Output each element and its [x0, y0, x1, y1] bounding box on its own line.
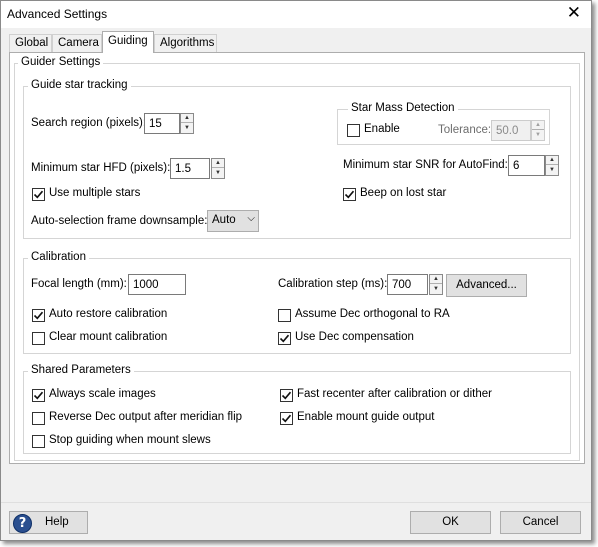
- help-button[interactable]: ? Help: [9, 511, 88, 534]
- spin-up-icon[interactable]: ▲: [546, 156, 558, 165]
- cancel-button[interactable]: Cancel: [500, 511, 581, 534]
- focal-length-input[interactable]: [128, 274, 186, 295]
- check-icon: [281, 391, 292, 400]
- help-icon: ?: [13, 514, 32, 533]
- footer-divider: [1, 502, 591, 503]
- fast-recenter-checkbox[interactable]: Fast recenter after calibration or dithe…: [280, 388, 500, 403]
- spin-down-icon[interactable]: ▼: [181, 124, 193, 133]
- assume-dec-orthogonal-label: Assume Dec orthogonal to RA: [295, 308, 450, 320]
- beep-on-lost-star-checkbox[interactable]: Beep on lost star: [343, 187, 463, 202]
- calibration-step-input[interactable]: [387, 274, 428, 295]
- use-dec-compensation-label: Use Dec compensation: [295, 331, 414, 343]
- guiding-tab-panel: Guider Settings Guide star tracking Sear…: [9, 52, 585, 464]
- clear-mount-calibration-checkbox[interactable]: Clear mount calibration: [32, 331, 182, 346]
- tolerance-label: Tolerance:: [438, 124, 492, 136]
- check-icon: [33, 311, 44, 320]
- downsample-value: Auto: [212, 214, 236, 226]
- assume-dec-orthogonal-checkbox[interactable]: Assume Dec orthogonal to RA: [278, 308, 458, 323]
- enable-mount-guide-output-label: Enable mount guide output: [297, 411, 435, 423]
- min-hfd-spinner[interactable]: ▲ ▼: [211, 158, 225, 179]
- checkbox-box[interactable]: [343, 188, 356, 201]
- star-mass-enable-checkbox[interactable]: Enable: [347, 123, 417, 138]
- checkbox-box[interactable]: [278, 332, 291, 345]
- guide-star-tracking-label: Guide star tracking: [28, 79, 131, 91]
- spin-up-icon[interactable]: ▲: [430, 275, 442, 284]
- use-multiple-stars-label: Use multiple stars: [49, 187, 141, 199]
- check-icon: [33, 391, 44, 400]
- stop-guiding-when-slews-checkbox[interactable]: Stop guiding when mount slews: [32, 434, 212, 449]
- window-title: Advanced Settings: [7, 7, 108, 21]
- min-hfd-input[interactable]: [170, 158, 210, 179]
- spin-down-icon[interactable]: ▼: [532, 131, 544, 140]
- spin-up-icon[interactable]: ▲: [181, 114, 193, 123]
- checkbox-box[interactable]: [32, 412, 45, 425]
- checkbox-box[interactable]: [280, 389, 293, 402]
- fast-recenter-label: Fast recenter after calibration or dithe…: [297, 388, 492, 400]
- ok-button[interactable]: OK: [410, 511, 491, 534]
- min-snr-label: Minimum star SNR for AutoFind:: [343, 159, 508, 171]
- downsample-select[interactable]: Auto ⌵: [207, 210, 259, 232]
- reverse-dec-output-label: Reverse Dec output after meridian flip: [49, 411, 243, 423]
- spin-down-icon[interactable]: ▼: [212, 169, 224, 178]
- use-multiple-stars-checkbox[interactable]: Use multiple stars: [32, 187, 152, 202]
- enable-mount-guide-output-checkbox[interactable]: Enable mount guide output: [280, 411, 440, 426]
- search-region-label: Search region (pixels):: [31, 117, 147, 129]
- close-icon[interactable]: ✕: [567, 3, 581, 23]
- checkbox-box[interactable]: [32, 188, 45, 201]
- star-mass-detection-label: Star Mass Detection: [348, 102, 458, 114]
- tab-guiding[interactable]: Guiding: [102, 31, 154, 53]
- always-scale-images-checkbox[interactable]: Always scale images: [32, 388, 172, 403]
- check-icon: [344, 190, 355, 199]
- tab-global[interactable]: Global: [9, 34, 52, 52]
- auto-restore-calibration-label: Auto restore calibration: [49, 308, 168, 320]
- auto-restore-calibration-checkbox[interactable]: Auto restore calibration: [32, 308, 182, 323]
- star-mass-enable-label: Enable: [364, 123, 400, 135]
- checkbox-box[interactable]: [32, 332, 45, 345]
- checkbox-box[interactable]: [32, 435, 45, 448]
- spin-up-icon[interactable]: ▲: [212, 159, 224, 168]
- reverse-dec-output-checkbox[interactable]: Reverse Dec output after meridian flip: [32, 411, 252, 426]
- spin-down-icon[interactable]: ▼: [430, 285, 442, 294]
- clear-mount-calibration-label: Clear mount calibration: [49, 331, 168, 343]
- tab-algorithms[interactable]: Algorithms: [154, 34, 217, 52]
- calibration-step-label: Calibration step (ms):: [278, 278, 388, 290]
- guider-settings-label: Guider Settings: [18, 56, 104, 68]
- search-region-spinner[interactable]: ▲ ▼: [180, 113, 194, 134]
- use-dec-compensation-checkbox[interactable]: Use Dec compensation: [278, 331, 428, 346]
- min-snr-spinner[interactable]: ▲ ▼: [545, 155, 559, 176]
- advanced-button[interactable]: Advanced...: [446, 274, 527, 297]
- min-snr-input[interactable]: [508, 155, 545, 176]
- checkbox-box[interactable]: [280, 412, 293, 425]
- spin-down-icon[interactable]: ▼: [546, 166, 558, 175]
- checkbox-box[interactable]: [32, 309, 45, 322]
- tolerance-spinner[interactable]: ▲ ▼: [531, 120, 545, 141]
- always-scale-images-label: Always scale images: [49, 388, 156, 400]
- checkbox-box[interactable]: [278, 309, 291, 322]
- checkbox-box[interactable]: [347, 124, 360, 137]
- search-region-input[interactable]: [144, 113, 180, 134]
- shared-parameters-label: Shared Parameters: [28, 364, 134, 376]
- calibration-label: Calibration: [28, 251, 89, 263]
- stop-guiding-when-slews-label: Stop guiding when mount slews: [49, 434, 211, 446]
- focal-length-label: Focal length (mm):: [31, 278, 127, 290]
- beep-on-lost-star-label: Beep on lost star: [360, 187, 447, 199]
- check-icon: [279, 334, 290, 343]
- tab-camera[interactable]: Camera: [52, 34, 102, 52]
- calibration-step-spinner[interactable]: ▲ ▼: [429, 274, 443, 295]
- checkbox-box[interactable]: [32, 389, 45, 402]
- tolerance-input[interactable]: [491, 120, 531, 141]
- advanced-settings-dialog: Advanced Settings ✕ Global Camera Guidin…: [0, 0, 592, 541]
- spin-up-icon[interactable]: ▲: [532, 121, 544, 130]
- chevron-down-icon: ⌵: [247, 213, 255, 224]
- title-bar: Advanced Settings ✕: [1, 1, 591, 28]
- downsample-label: Auto-selection frame downsample:: [31, 215, 208, 227]
- min-hfd-label: Minimum star HFD (pixels):: [31, 162, 171, 174]
- check-icon: [33, 190, 44, 199]
- help-button-label: Help: [45, 516, 69, 528]
- check-icon: [281, 414, 292, 423]
